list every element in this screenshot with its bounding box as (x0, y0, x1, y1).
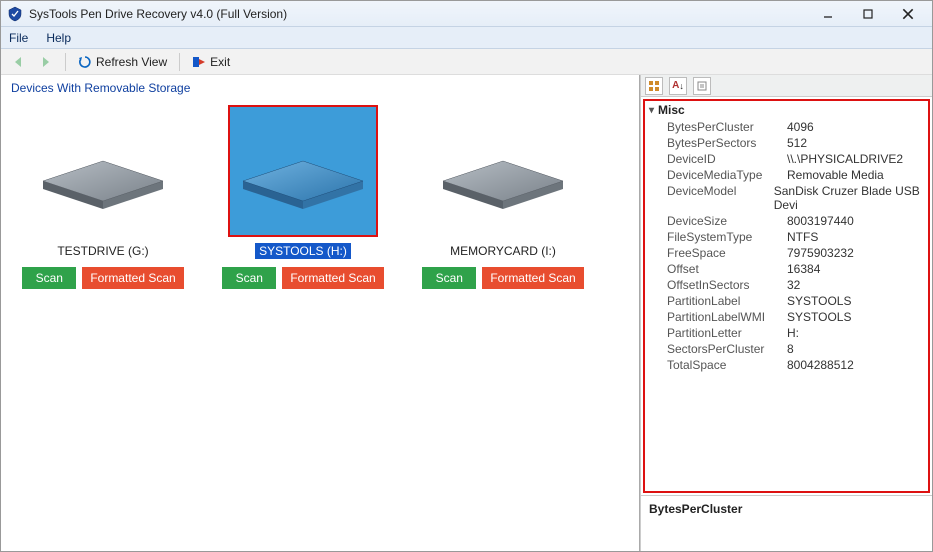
property-value: 8004288512 (787, 358, 854, 372)
drive-actions: Scan Formatted Scan (422, 267, 583, 289)
property-key: DeviceModel (667, 184, 774, 212)
menu-bar: File Help (1, 27, 932, 49)
title-bar[interactable]: SysTools Pen Drive Recovery v4.0 (Full V… (1, 1, 932, 27)
refresh-button[interactable]: Refresh View (74, 53, 171, 71)
property-row[interactable]: DeviceMediaTypeRemovable Media (645, 167, 928, 183)
menu-help[interactable]: Help (46, 31, 71, 45)
maximize-button[interactable] (848, 3, 888, 25)
property-value: H: (787, 326, 799, 340)
sort-alpha-icon[interactable]: A↓ (669, 77, 687, 95)
drive-icon (28, 105, 178, 237)
property-key: BytesPerSectors (667, 136, 787, 150)
scan-button[interactable]: Scan (422, 267, 476, 289)
property-row[interactable]: BytesPerCluster4096 (645, 119, 928, 135)
property-key: PartitionLabelWMI (667, 310, 787, 324)
property-key: PartitionLetter (667, 326, 787, 340)
toolbar: Refresh View Exit (1, 49, 932, 75)
exit-button[interactable]: Exit (188, 53, 234, 71)
categorize-icon[interactable] (645, 77, 663, 95)
formatted-scan-button[interactable]: Formatted Scan (282, 267, 383, 289)
formatted-scan-button[interactable]: Formatted Scan (482, 267, 583, 289)
property-value: 16384 (787, 262, 820, 276)
exit-label: Exit (210, 55, 230, 69)
nav-forward-button[interactable] (35, 53, 57, 71)
devices-header: Devices With Removable Storage (1, 75, 639, 101)
property-key: DeviceID (667, 152, 787, 166)
property-value: 512 (787, 136, 807, 150)
drive-actions: Scan Formatted Scan (22, 267, 183, 289)
app-icon (7, 6, 23, 22)
property-key: SectorsPerCluster (667, 342, 787, 356)
property-row[interactable]: DeviceSize8003197440 (645, 213, 928, 229)
close-button[interactable] (888, 3, 928, 25)
property-value: SYSTOOLS (787, 310, 851, 324)
properties-grid[interactable]: ▾ Misc BytesPerCluster4096BytesPerSector… (643, 99, 930, 493)
minimize-button[interactable] (808, 3, 848, 25)
property-key: FileSystemType (667, 230, 787, 244)
property-key: FreeSpace (667, 246, 787, 260)
property-row[interactable]: Offset16384 (645, 261, 928, 277)
category-label: Misc (658, 103, 685, 117)
property-category[interactable]: ▾ Misc (645, 101, 928, 119)
property-row[interactable]: FreeSpace7975903232 (645, 245, 928, 261)
property-value: NTFS (787, 230, 818, 244)
property-key: OffsetInSectors (667, 278, 787, 292)
drive-label: MEMORYCARD (I:) (446, 243, 560, 259)
property-pages-icon[interactable] (693, 77, 711, 95)
nav-back-button[interactable] (7, 53, 29, 71)
property-row[interactable]: FileSystemTypeNTFS (645, 229, 928, 245)
drive-label: SYSTOOLS (H:) (255, 243, 351, 259)
property-row[interactable]: PartitionLabelSYSTOOLS (645, 293, 928, 309)
drive-actions: Scan Formatted Scan (222, 267, 383, 289)
property-row[interactable]: PartitionLetterH: (645, 325, 928, 341)
drive-label: TESTDRIVE (G:) (53, 243, 152, 259)
property-key: Offset (667, 262, 787, 276)
toolbar-separator (179, 53, 180, 71)
property-value: 4096 (787, 120, 814, 134)
property-row[interactable]: TotalSpace8004288512 (645, 357, 928, 373)
drive-item[interactable]: SYSTOOLS (H:) Scan Formatted Scan (219, 105, 387, 289)
window-title: SysTools Pen Drive Recovery v4.0 (Full V… (29, 7, 808, 21)
property-value: 32 (787, 278, 800, 292)
drive-item[interactable]: TESTDRIVE (G:) Scan Formatted Scan (19, 105, 187, 289)
property-row[interactable]: BytesPerSectors512 (645, 135, 928, 151)
drive-icon (428, 105, 578, 237)
toolbar-separator (65, 53, 66, 71)
formatted-scan-button[interactable]: Formatted Scan (82, 267, 183, 289)
drive-icon (228, 105, 378, 237)
property-key: PartitionLabel (667, 294, 787, 308)
property-value: \\.\PHYSICALDRIVE2 (787, 152, 903, 166)
property-key: DeviceSize (667, 214, 787, 228)
property-key: BytesPerCluster (667, 120, 787, 134)
property-row[interactable]: DeviceModelSanDisk Cruzer Blade USB Devi (645, 183, 928, 213)
property-value: 8 (787, 342, 794, 356)
devices-panel: Devices With Removable Storage TESTDRIVE… (1, 75, 640, 551)
property-row[interactable]: SectorsPerCluster8 (645, 341, 928, 357)
property-row[interactable]: PartitionLabelWMISYSTOOLS (645, 309, 928, 325)
property-row[interactable]: DeviceID\\.\PHYSICALDRIVE2 (645, 151, 928, 167)
selected-property-name: BytesPerCluster (649, 502, 742, 516)
scan-button[interactable]: Scan (22, 267, 76, 289)
properties-toolbar: A↓ (641, 75, 932, 97)
refresh-label: Refresh View (96, 55, 167, 69)
property-value: SYSTOOLS (787, 294, 851, 308)
menu-file[interactable]: File (9, 31, 28, 45)
properties-panel: A↓ ▾ Misc BytesPerCluster4096BytesPerSec… (640, 75, 932, 551)
collapse-icon[interactable]: ▾ (649, 105, 654, 116)
property-value: 8003197440 (787, 214, 854, 228)
property-value: 7975903232 (787, 246, 854, 260)
property-key: TotalSpace (667, 358, 787, 372)
property-value: SanDisk Cruzer Blade USB Devi (774, 184, 928, 212)
property-row[interactable]: OffsetInSectors32 (645, 277, 928, 293)
drive-item[interactable]: MEMORYCARD (I:) Scan Formatted Scan (419, 105, 587, 289)
property-value: Removable Media (787, 168, 884, 182)
scan-button[interactable]: Scan (222, 267, 276, 289)
property-key: DeviceMediaType (667, 168, 787, 182)
properties-description: BytesPerCluster (641, 495, 932, 551)
